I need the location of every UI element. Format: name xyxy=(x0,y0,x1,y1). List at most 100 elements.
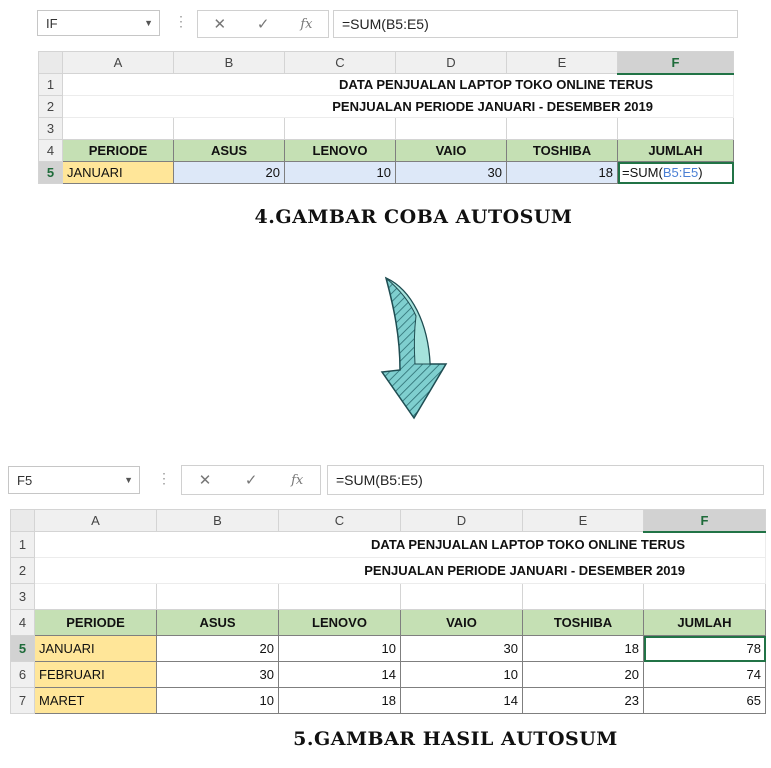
cell-lenovo[interactable]: 18 xyxy=(278,687,401,714)
row-header-2[interactable]: 2 xyxy=(38,95,63,118)
name-box[interactable]: F5 ▼ xyxy=(8,466,140,494)
cell[interactable] xyxy=(156,583,279,610)
col-header-d[interactable]: D xyxy=(400,509,523,532)
cell[interactable] xyxy=(278,583,401,610)
cell[interactable] xyxy=(173,117,285,140)
insert-function-icon[interactable]: fx xyxy=(300,17,312,32)
row-header-3[interactable]: 3 xyxy=(10,583,35,610)
active-cell-formula[interactable]: =SUM(B5:E5) xyxy=(617,161,734,184)
col-header-c[interactable]: C xyxy=(278,509,401,532)
cell-jumlah[interactable]: 65 xyxy=(643,687,766,714)
cell-toshiba[interactable]: 20 xyxy=(522,661,644,688)
chevron-down-icon[interactable]: ▼ xyxy=(144,18,153,28)
name-box[interactable]: IF ▼ xyxy=(37,10,160,36)
col-header-f[interactable]: F xyxy=(643,509,766,533)
col-header-c[interactable]: C xyxy=(284,51,396,74)
header-cell-jumlah[interactable]: JUMLAH xyxy=(617,139,734,162)
formula-suffix: ) xyxy=(698,165,703,180)
cell-lenovo[interactable]: 10 xyxy=(284,161,396,184)
col-header-a[interactable]: A xyxy=(34,509,157,532)
top-sheet-grid: A B C D E F 1 DATA PENJUALAN LAPTOP TOKO… xyxy=(38,51,734,184)
formula-buttons: ✕ ✓ fx xyxy=(197,10,329,38)
chevron-down-icon[interactable]: ▼ xyxy=(124,475,133,485)
cell[interactable] xyxy=(284,117,396,140)
col-header-e[interactable]: E xyxy=(522,509,644,532)
cell-toshiba[interactable]: 23 xyxy=(522,687,644,714)
cell-asus[interactable]: 20 xyxy=(173,161,285,184)
cell-asus[interactable]: 30 xyxy=(156,661,279,688)
cell-periode[interactable]: MARET xyxy=(34,687,157,714)
cell-asus[interactable]: 10 xyxy=(156,687,279,714)
col-header-e[interactable]: E xyxy=(506,51,618,74)
col-header-b[interactable]: B xyxy=(156,509,279,532)
header-cell-asus[interactable]: ASUS xyxy=(156,609,279,636)
cell[interactable] xyxy=(395,117,507,140)
cell-asus[interactable]: 20 xyxy=(156,635,279,662)
cell-vaio[interactable]: 10 xyxy=(400,661,523,688)
cell[interactable] xyxy=(617,117,734,140)
row-header-7[interactable]: 7 xyxy=(10,687,35,714)
row-header-6[interactable]: 6 xyxy=(10,661,35,688)
header-cell-vaio[interactable]: VAIO xyxy=(395,139,507,162)
formula-input[interactable]: =SUM(B5:E5) xyxy=(327,465,764,495)
more-icon: ⋮ xyxy=(174,13,188,29)
header-cell-lenovo[interactable]: LENOVO xyxy=(278,609,401,636)
header-cell-lenovo[interactable]: LENOVO xyxy=(284,139,396,162)
formula-text: =SUM(B5:E5) xyxy=(342,16,429,32)
name-box-value: F5 xyxy=(17,472,33,488)
row-header-2[interactable]: 2 xyxy=(10,557,35,584)
cell-lenovo[interactable]: 14 xyxy=(278,661,401,688)
row-header-3[interactable]: 3 xyxy=(38,117,63,140)
cell-vaio[interactable]: 14 xyxy=(400,687,523,714)
cell-vaio[interactable]: 30 xyxy=(400,635,523,662)
sheet-subtitle[interactable]: PENJUALAN PERIODE JANUARI - DESEMBER 201… xyxy=(34,557,766,584)
cell[interactable] xyxy=(506,117,618,140)
select-all-corner[interactable] xyxy=(38,51,63,74)
cell[interactable] xyxy=(62,117,174,140)
header-cell-vaio[interactable]: VAIO xyxy=(400,609,523,636)
formula-input[interactable]: =SUM(B5:E5) xyxy=(333,10,738,38)
cell-lenovo[interactable]: 10 xyxy=(278,635,401,662)
cell-toshiba[interactable]: 18 xyxy=(522,635,644,662)
header-cell-periode[interactable]: PERIODE xyxy=(34,609,157,636)
row-header-1[interactable]: 1 xyxy=(10,531,35,558)
cancel-icon[interactable]: ✕ xyxy=(213,15,226,33)
cell-periode[interactable]: JANUARI xyxy=(34,635,157,662)
cell[interactable] xyxy=(400,583,523,610)
cell-periode[interactable]: FEBRUARI xyxy=(34,661,157,688)
sheet-title[interactable]: DATA PENJUALAN LAPTOP TOKO ONLINE TERUS xyxy=(34,531,766,558)
header-cell-jumlah[interactable]: JUMLAH xyxy=(643,609,766,636)
cell[interactable] xyxy=(643,583,766,610)
cell-toshiba[interactable]: 18 xyxy=(506,161,618,184)
cancel-icon[interactable]: ✕ xyxy=(199,471,212,489)
row-header-4[interactable]: 4 xyxy=(38,139,63,162)
cell-jumlah[interactable]: 74 xyxy=(643,661,766,688)
col-header-d[interactable]: D xyxy=(395,51,507,74)
enter-icon[interactable]: ✓ xyxy=(245,471,258,489)
cell[interactable] xyxy=(522,583,644,610)
header-cell-asus[interactable]: ASUS xyxy=(173,139,285,162)
more-icon: ⋮ xyxy=(157,470,171,486)
enter-icon[interactable]: ✓ xyxy=(257,15,270,33)
row-header-5[interactable]: 5 xyxy=(10,635,35,662)
header-cell-toshiba[interactable]: TOSHIBA xyxy=(506,139,618,162)
header-cell-toshiba[interactable]: TOSHIBA xyxy=(522,609,644,636)
row-header-1[interactable]: 1 xyxy=(38,73,63,96)
col-header-b[interactable]: B xyxy=(173,51,285,74)
cell-periode[interactable]: JANUARI xyxy=(62,161,174,184)
cell-vaio[interactable]: 30 xyxy=(395,161,507,184)
col-header-a[interactable]: A xyxy=(62,51,174,74)
formula-buttons: ✕ ✓ fx xyxy=(181,465,321,495)
curved-arrow-icon xyxy=(380,276,448,420)
row-header-4[interactable]: 4 xyxy=(10,609,35,636)
active-cell-jumlah[interactable]: 78 xyxy=(643,635,766,662)
header-cell-periode[interactable]: PERIODE xyxy=(62,139,174,162)
name-box-value: IF xyxy=(46,15,58,31)
sheet-title[interactable]: DATA PENJUALAN LAPTOP TOKO ONLINE TERUS xyxy=(62,73,734,96)
cell[interactable] xyxy=(34,583,157,610)
row-header-5[interactable]: 5 xyxy=(38,161,63,184)
col-header-f[interactable]: F xyxy=(617,51,734,75)
insert-function-icon[interactable]: fx xyxy=(291,473,303,488)
select-all-corner[interactable] xyxy=(10,509,35,532)
sheet-subtitle[interactable]: PENJUALAN PERIODE JANUARI - DESEMBER 201… xyxy=(62,95,734,118)
